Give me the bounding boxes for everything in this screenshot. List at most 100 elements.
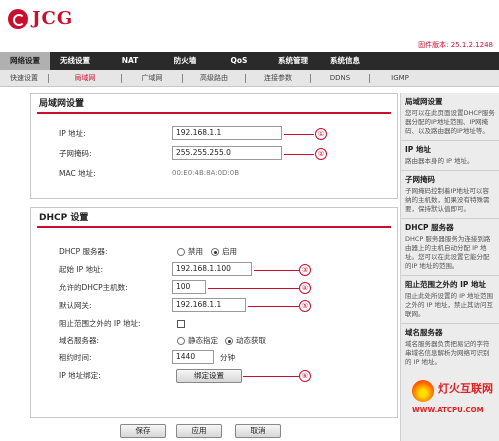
- help-section: 阻止范围之外的 IP 地址 阻止此处所设置的 IP 地址范围之外的 IP 地址，…: [401, 276, 499, 324]
- sub-nav-conn[interactable]: 连接参数: [246, 70, 310, 86]
- help-title: DHCP 服务器: [405, 223, 454, 232]
- dhcp-title: DHCP 设置: [37, 208, 391, 228]
- dhcp-disable-radio[interactable]: [177, 248, 185, 256]
- annotation-line: [248, 306, 299, 307]
- dhcp-disable-label: 禁用: [188, 247, 203, 256]
- lan-mask-row: 子网掩码: 255.255.255.0 ②: [31, 146, 399, 162]
- annotation-line: [208, 288, 299, 289]
- lan-panel: 局域网设置 IP 地址: 192.168.1.1 ① 子网掩码: 255.255…: [30, 93, 398, 199]
- marker-4: ④: [299, 282, 311, 294]
- main-nav-network[interactable]: 网络设置: [0, 52, 50, 70]
- marker-3: ③: [299, 264, 311, 276]
- help-text: 域名服务器负责把易记的字符串域名信息解析为网络可识别的 IP 地址。: [405, 340, 490, 366]
- help-text: 您可以在此页面设置DHCP服务器分配的IP地址范围、IP网掩码、以及路由器的IP…: [405, 109, 495, 135]
- marker-6: ⑥: [299, 370, 311, 382]
- help-text: 阻止此处所设置的 IP 地址范围之外的 IP 地址，禁止其访问互联网。: [405, 292, 493, 318]
- watermark-name: 灯火互联网: [438, 382, 493, 395]
- brand-name: JCG: [32, 8, 74, 29]
- sub-nav-igmp[interactable]: IGMP: [370, 70, 430, 86]
- logo-icon: [8, 8, 28, 29]
- dhcp-panel: DHCP 设置 DHCP 服务器: 禁用 启用 起始 IP 地址: 192.16…: [30, 207, 398, 418]
- flame-logo-icon: [412, 380, 434, 402]
- dns-static-label: 静态指定: [188, 336, 218, 345]
- dns-auto-label: 动态获取: [236, 336, 266, 345]
- brand-logo: JCG: [8, 8, 73, 29]
- dhcp-server-row: DHCP 服务器: 禁用 启用: [31, 244, 399, 260]
- dhcp-max-label: 允许的DHCP主机数:: [59, 283, 128, 292]
- help-text: 子网掩码控制着IP地址可以容纳的主机数，如果没有特殊需要，保持默认值即可。: [405, 187, 490, 213]
- help-title: IP 地址: [405, 145, 431, 154]
- dhcp-bind-label: IP 地址绑定:: [59, 371, 101, 380]
- help-section: 局域网设置 您可以在此页面设置DHCP服务器分配的IP地址范围、IP网掩码、以及…: [401, 93, 499, 141]
- sub-nav-lan[interactable]: 局域网: [49, 70, 121, 86]
- lan-ip-input[interactable]: 192.168.1.1: [172, 126, 282, 140]
- dhcp-bind-row: IP 地址绑定: 绑定设置 ⑥: [31, 368, 399, 384]
- sub-nav: 快速设置 局域网 广域网 高级路由 连接参数 DDNS IGMP: [0, 70, 499, 87]
- help-title: 域名服务器: [405, 328, 443, 337]
- sub-nav-routing[interactable]: 高级路由: [183, 70, 245, 86]
- sub-nav-wan[interactable]: 广域网: [122, 70, 182, 86]
- dhcp-gateway-label: 默认网关:: [59, 301, 92, 310]
- help-title: 局域网设置: [405, 97, 443, 106]
- dhcp-gateway-input[interactable]: 192.168.1.1: [172, 298, 246, 312]
- lan-title: 局域网设置: [37, 94, 391, 114]
- header: JCG 固件版本: 25.1.2.1248: [0, 0, 499, 50]
- lan-mac-row: MAC 地址: 00:E0:4B:8A:0D:0B: [31, 166, 399, 182]
- apply-button[interactable]: 应用: [176, 424, 222, 438]
- content-area: 局域网设置 IP 地址: 192.168.1.1 ① 子网掩码: 255.255…: [30, 93, 398, 418]
- help-section: IP 地址 路由器本身的 IP 地址。: [401, 141, 499, 171]
- bottom-actions: 保存 应用 取消: [0, 420, 400, 441]
- help-text: DHCP 服务器服务为连接到路由器上的主机自动分配 IP 地址。您可以在此设置它…: [405, 235, 491, 270]
- lan-mac-label: MAC 地址:: [59, 169, 96, 178]
- annotation-line: [284, 134, 314, 135]
- marker-2: ②: [315, 148, 327, 160]
- sub-nav-ddns[interactable]: DDNS: [311, 70, 369, 86]
- dhcp-enable-radio[interactable]: [211, 248, 219, 256]
- marker-1: ①: [315, 128, 327, 140]
- annotation-line: [284, 154, 314, 155]
- lan-mac-value: 00:E0:4B:8A:0D:0B: [172, 169, 240, 177]
- lan-mask-label: 子网掩码:: [59, 149, 92, 158]
- dhcp-start-input[interactable]: 192.168.1.100: [172, 262, 252, 276]
- dns-auto-radio[interactable]: [225, 337, 233, 345]
- main-nav-wireless[interactable]: 无线设置: [50, 52, 100, 70]
- marker-5: ⑤: [299, 300, 311, 312]
- dhcp-enable-label: 启用: [222, 247, 237, 256]
- lan-ip-row: IP 地址: 192.168.1.1 ①: [31, 126, 399, 142]
- help-title: 子网掩码: [405, 175, 435, 184]
- main-nav: 网络设置 无线设置 NAT 防火墙 QoS 系统管理 系统信息: [0, 52, 499, 70]
- dhcp-max-input[interactable]: 100: [172, 280, 206, 294]
- cancel-button[interactable]: 取消: [235, 424, 281, 438]
- annotation-line: [243, 376, 299, 377]
- watermark: 灯火互联网 WWW.ATCPU.COM: [408, 376, 499, 438]
- dhcp-lease-unit: 分钟: [220, 353, 235, 362]
- lan-ip-label: IP 地址:: [59, 129, 86, 138]
- dhcp-gateway-row: 默认网关: 192.168.1.1 ⑤: [31, 298, 399, 314]
- dhcp-lease-input[interactable]: 1440: [172, 350, 214, 364]
- sub-nav-quick[interactable]: 快速设置: [0, 70, 48, 86]
- help-section: DHCP 服务器 DHCP 服务器服务为连接到路由器上的主机自动分配 IP 地址…: [401, 219, 499, 276]
- main-nav-system[interactable]: 系统管理: [268, 52, 318, 70]
- dhcp-lease-label: 租约时间:: [59, 353, 92, 362]
- main-nav-qos[interactable]: QoS: [210, 52, 268, 70]
- dhcp-start-label: 起始 IP 地址:: [59, 265, 104, 274]
- dns-static-radio[interactable]: [177, 337, 185, 345]
- help-title: 阻止范围之外的 IP 地址: [405, 280, 487, 289]
- main-nav-sysinfo[interactable]: 系统信息: [318, 52, 372, 70]
- help-section: 子网掩码 子网掩码控制着IP地址可以容纳的主机数，如果没有特殊需要，保持默认值即…: [401, 171, 499, 219]
- main-nav-nat[interactable]: NAT: [100, 52, 160, 70]
- dhcp-dns-label: 域名服务器:: [59, 336, 100, 345]
- dhcp-block-checkbox[interactable]: [177, 320, 185, 328]
- dhcp-dns-row: 域名服务器: 静态指定 动态获取: [31, 333, 399, 349]
- main-nav-firewall[interactable]: 防火墙: [160, 52, 210, 70]
- help-text: 路由器本身的 IP 地址。: [405, 157, 474, 165]
- help-section: 域名服务器 域名服务器负责把易记的字符串域名信息解析为网络可识别的 IP 地址。: [401, 324, 499, 371]
- dhcp-start-row: 起始 IP 地址: 192.168.1.100 ③: [31, 262, 399, 278]
- lan-mask-input[interactable]: 255.255.255.0: [172, 146, 282, 160]
- dhcp-server-label: DHCP 服务器:: [59, 247, 108, 256]
- annotation-line: [254, 270, 299, 271]
- dhcp-lease-row: 租约时间: 1440 分钟: [31, 350, 399, 366]
- dhcp-max-row: 允许的DHCP主机数: 100 ④: [31, 280, 399, 296]
- save-button[interactable]: 保存: [120, 424, 166, 438]
- bind-settings-button[interactable]: 绑定设置: [176, 369, 242, 383]
